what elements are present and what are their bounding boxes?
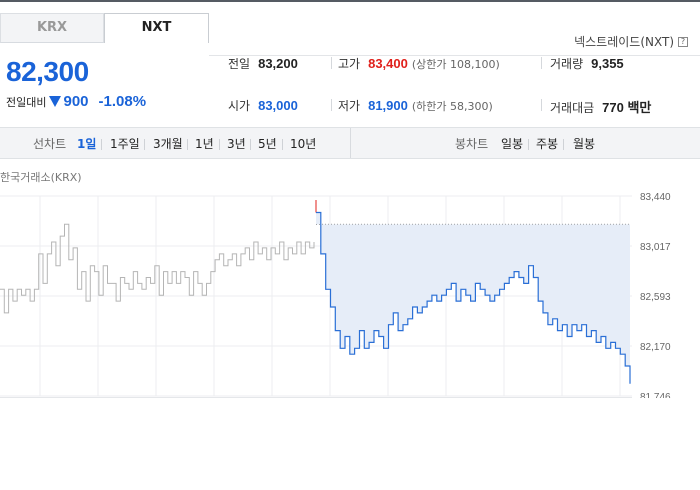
y-tick-label: 83,440	[640, 192, 671, 203]
divider	[541, 99, 542, 111]
period-3m[interactable]: 3개월	[153, 135, 183, 152]
stat-prev-close: 전일 83,200	[228, 55, 298, 72]
y-tick-label: 82,170	[640, 342, 671, 353]
divider	[144, 139, 145, 150]
stat-label: 저가	[338, 99, 361, 113]
stat-volume: 거래량 9,355	[550, 55, 624, 72]
tab-krx[interactable]: KRX	[0, 13, 104, 43]
top-border	[0, 0, 700, 2]
series-line-krx	[0, 223, 315, 314]
price-chart[interactable]: 83,440 83,017 82,593 82,170 81,746	[0, 186, 700, 403]
market-tabs: KRX NXT 넥스트레이드(NXT) ?	[0, 13, 700, 56]
chart-subtitle: 한국거래소(KRX)	[0, 171, 82, 184]
stat-label: 전일	[228, 57, 251, 71]
series-area-nxt	[316, 212, 630, 384]
divider	[331, 57, 332, 69]
divider	[331, 99, 332, 111]
divider	[187, 139, 188, 150]
chart-period-bar: 선차트 1일 1주일 3개월 1년 3년 5년 10년 봉차트 일봉 주봉 월봉	[0, 127, 700, 159]
line-chart-label: 선차트	[33, 137, 67, 151]
stat-high: 고가 83,400 (상한가 108,100)	[338, 55, 500, 72]
candle-chart-label: 봉차트	[455, 137, 489, 151]
period-1d[interactable]: 1일	[77, 135, 96, 152]
period-10y[interactable]: 10년	[290, 135, 316, 152]
candle-daily[interactable]: 일봉	[501, 135, 523, 152]
y-tick-label: 81,746	[640, 392, 671, 398]
period-bar-split	[350, 128, 351, 158]
period-1w[interactable]: 1주일	[110, 135, 140, 152]
stat-label: 고가	[338, 57, 361, 71]
divider	[219, 139, 220, 150]
divider	[250, 139, 251, 150]
price-chart-svg: 83,440 83,017 82,593 82,170 81,746	[0, 192, 671, 403]
stat-value: 770 백만	[602, 100, 652, 115]
stat-value: 83,000	[258, 98, 298, 113]
chart-baseline	[0, 397, 632, 398]
nextrade-link-label: 넥스트레이드(NXT)	[574, 35, 674, 49]
y-tick-label: 82,593	[640, 292, 671, 303]
stat-label: 거래대금	[550, 101, 595, 115]
period-1y[interactable]: 1년	[195, 135, 214, 152]
nextrade-link[interactable]: 넥스트레이드(NXT) ?	[574, 33, 688, 50]
tab-nxt[interactable]: NXT	[104, 13, 209, 43]
change-label: 전일대비	[6, 95, 47, 109]
stat-low: 저가 81,900 (하한가 58,300)	[338, 97, 493, 114]
stat-value: 83,200	[258, 56, 298, 71]
divider	[101, 139, 102, 150]
stat-amount: 거래대금 770 백만	[550, 97, 651, 116]
divider	[541, 57, 542, 69]
change-percent: -1.08%	[98, 93, 147, 110]
period-5y[interactable]: 5년	[258, 135, 277, 152]
candle-weekly[interactable]: 주봉	[536, 135, 558, 152]
y-tick-label: 83,017	[640, 242, 671, 253]
candle-monthly[interactable]: 월봉	[573, 135, 595, 152]
price-change: 전일대비 900 -1.08%	[6, 93, 146, 110]
stat-sub: (하한가 58,300)	[411, 100, 493, 113]
period-3y[interactable]: 3년	[227, 135, 246, 152]
divider	[282, 139, 283, 150]
divider	[563, 139, 564, 150]
divider	[528, 139, 529, 150]
down-triangle-icon	[49, 96, 62, 107]
help-icon[interactable]: ?	[678, 36, 688, 47]
current-price: 82,300	[6, 56, 89, 87]
stat-value: 83,400	[368, 56, 408, 71]
stat-label: 거래량	[550, 57, 584, 71]
stat-open: 시가 83,000	[228, 97, 298, 114]
stat-label: 시가	[228, 99, 251, 113]
change-value: 900	[63, 93, 89, 110]
stat-sub: (상한가 108,100)	[411, 58, 500, 71]
stat-value: 9,355	[591, 56, 624, 71]
stat-value: 81,900	[368, 98, 408, 113]
